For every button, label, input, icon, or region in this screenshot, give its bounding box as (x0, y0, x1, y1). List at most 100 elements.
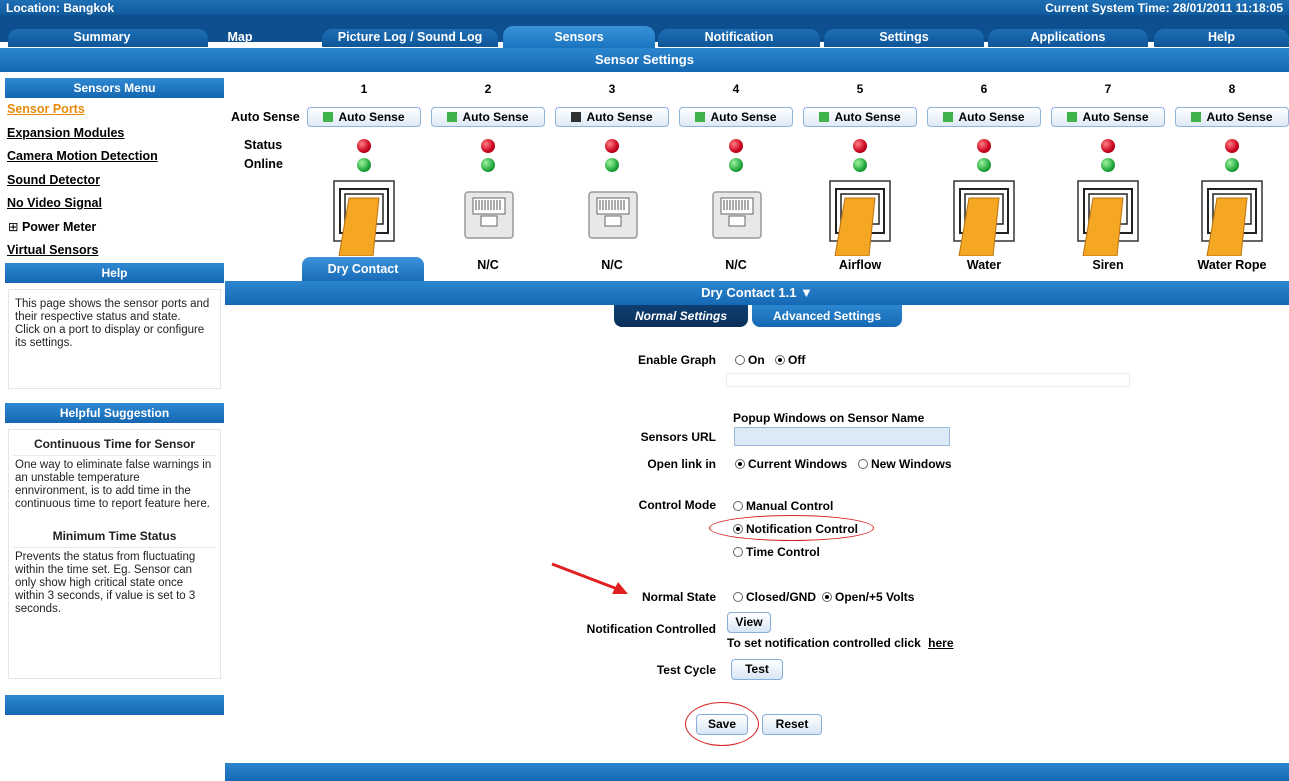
tab-map[interactable]: Map (200, 28, 280, 46)
port-name-label[interactable]: Water Rope (1177, 258, 1287, 272)
tab-notification[interactable]: Notification (658, 28, 820, 46)
sidebar-item-no-video-signal[interactable]: No Video Signal (5, 192, 224, 216)
popup-title: Popup Windows on Sensor Name (733, 411, 925, 425)
reset-button[interactable]: Reset (762, 714, 822, 735)
sensors-url-input[interactable] (734, 427, 950, 446)
empty-port-icon[interactable] (705, 180, 767, 256)
test-cycle-label: Test Cycle (656, 663, 716, 677)
online-led-icon (977, 158, 991, 172)
suggestion-title: Minimum Time Status (52, 528, 177, 543)
control-mode-manual[interactable]: Manual Control (733, 499, 833, 513)
auto-sense-button[interactable]: Auto Sense (927, 107, 1041, 127)
open-link-new[interactable]: New Windows (858, 457, 952, 471)
auto-sense-label: Auto Sense (338, 110, 405, 124)
control-mode-label: Control Mode (638, 498, 716, 512)
auto-sense-button[interactable]: Auto Sense (679, 107, 793, 127)
system-time-label: Current System Time: 28/01/2011 11:18:05 (1045, 1, 1283, 15)
sidebar-item-power-meter[interactable]: ⊞ Power Meter (5, 216, 224, 240)
port-name-label[interactable]: Water (929, 258, 1039, 272)
plugged-port-icon[interactable] (953, 180, 1015, 256)
plugged-port-icon[interactable] (1077, 180, 1139, 256)
auto-sense-indicator-icon (1191, 112, 1202, 122)
highlight-oval (709, 515, 874, 541)
enable-graph-on[interactable]: On (735, 353, 765, 367)
suggestion-text: Prevents the status from fluctuating wit… (13, 546, 216, 619)
online-led-icon (605, 158, 619, 172)
radio-icon[interactable] (775, 355, 785, 365)
sidebar-item-camera-motion[interactable]: Camera Motion Detection (5, 145, 224, 169)
sidebar-footer-bar (5, 694, 224, 715)
tab-summary[interactable]: Summary (22, 28, 182, 46)
radio-icon[interactable] (733, 547, 743, 557)
tab-sensors[interactable]: Sensors (503, 28, 655, 46)
port-number: 7 (1104, 82, 1112, 96)
port-name-label[interactable]: N/C (433, 258, 543, 272)
auto-sense-button[interactable]: Auto Sense (307, 107, 421, 127)
auto-sense-label: Auto Sense (834, 110, 901, 124)
help-text: This page shows the sensor ports and the… (8, 288, 221, 389)
auto-sense-button[interactable]: Auto Sense (555, 107, 669, 127)
radio-icon[interactable] (735, 355, 745, 365)
normal-state-label: Normal State (641, 590, 716, 604)
plugged-port-icon[interactable] (333, 180, 395, 256)
port-name-label[interactable]: Siren (1053, 258, 1163, 272)
enable-graph-off[interactable]: Off (775, 353, 805, 367)
port-number: 3 (608, 82, 616, 96)
expand-icon[interactable]: ⊞ (8, 220, 18, 234)
selected-sensor-header[interactable]: Dry Contact 1.1 ▼ (225, 281, 1289, 305)
sidebar-item-sensor-ports[interactable]: Sensor Ports (5, 98, 224, 122)
tab-applications[interactable]: Applications (988, 28, 1148, 46)
suggestion-title: Continuous Time for Sensor (33, 436, 196, 451)
port-name-label[interactable]: Airflow (805, 258, 915, 272)
radio-icon[interactable] (735, 459, 745, 469)
empty-port-icon[interactable] (457, 180, 519, 256)
tab-help[interactable]: Help (1154, 28, 1289, 46)
auto-sense-button[interactable]: Auto Sense (1051, 107, 1165, 127)
option-label: Current Windows (748, 457, 848, 471)
auto-sense-button[interactable]: Auto Sense (431, 107, 545, 127)
tab-normal-settings[interactable]: Normal Settings (614, 305, 748, 327)
sidebar-item-virtual-sensors[interactable]: Virtual Sensors (5, 239, 224, 263)
top-status-bar: Location: Bangkok Current System Time: 2… (0, 0, 1289, 15)
online-led-icon (357, 158, 371, 172)
sidebar: Sensors Menu Sensor Ports Expansion Modu… (5, 78, 224, 715)
auto-sense-button[interactable]: Auto Sense (803, 107, 917, 127)
tab-advanced-settings[interactable]: Advanced Settings (752, 305, 902, 327)
auto-sense-button[interactable]: Auto Sense (1175, 107, 1289, 127)
save-button[interactable]: Save (696, 714, 748, 735)
tab-picture-log[interactable]: Picture Log / Sound Log (322, 28, 498, 46)
status-led-icon (1225, 139, 1239, 153)
notification-controlled-label: Notification Controlled (586, 622, 716, 636)
plugged-port-icon[interactable] (829, 180, 891, 256)
help-header: Help (5, 262, 224, 283)
normal-state-closed[interactable]: Closed/GND (733, 590, 816, 604)
tab-settings[interactable]: Settings (824, 28, 984, 46)
status-led-icon (729, 139, 743, 153)
enable-graph-label: Enable Graph (637, 353, 716, 367)
sidebar-item-sound-detector[interactable]: Sound Detector (5, 169, 224, 193)
view-button[interactable]: View (727, 612, 771, 633)
port-name-label[interactable]: N/C (557, 258, 667, 272)
test-button[interactable]: Test (731, 659, 783, 680)
port-name-label[interactable]: N/C (681, 258, 791, 272)
empty-port-icon[interactable] (581, 180, 643, 256)
status-led-icon (853, 139, 867, 153)
option-label: Closed/GND (746, 590, 817, 604)
online-led-icon (729, 158, 743, 172)
control-mode-time[interactable]: Time Control (733, 545, 820, 559)
sidebar-item-expansion-modules[interactable]: Expansion Modules (5, 122, 224, 146)
open-link-current[interactable]: Current Windows (735, 457, 847, 471)
port-number: 5 (856, 82, 864, 96)
auto-sense-indicator-icon (819, 112, 830, 122)
radio-icon[interactable] (822, 592, 832, 602)
online-row-label: Online (244, 157, 283, 171)
radio-icon[interactable] (858, 459, 868, 469)
suggestion-text: One way to eliminate false warnings in a… (13, 454, 216, 514)
normal-state-open[interactable]: Open/+5 Volts (822, 590, 914, 604)
radio-icon[interactable] (733, 501, 743, 511)
port-1-name-tab[interactable]: Dry Contact (302, 257, 424, 281)
plugged-port-icon[interactable] (1201, 180, 1263, 256)
radio-icon[interactable] (733, 592, 743, 602)
auto-sense-label: Auto Sense (958, 110, 1025, 124)
here-link[interactable]: here (928, 636, 953, 650)
